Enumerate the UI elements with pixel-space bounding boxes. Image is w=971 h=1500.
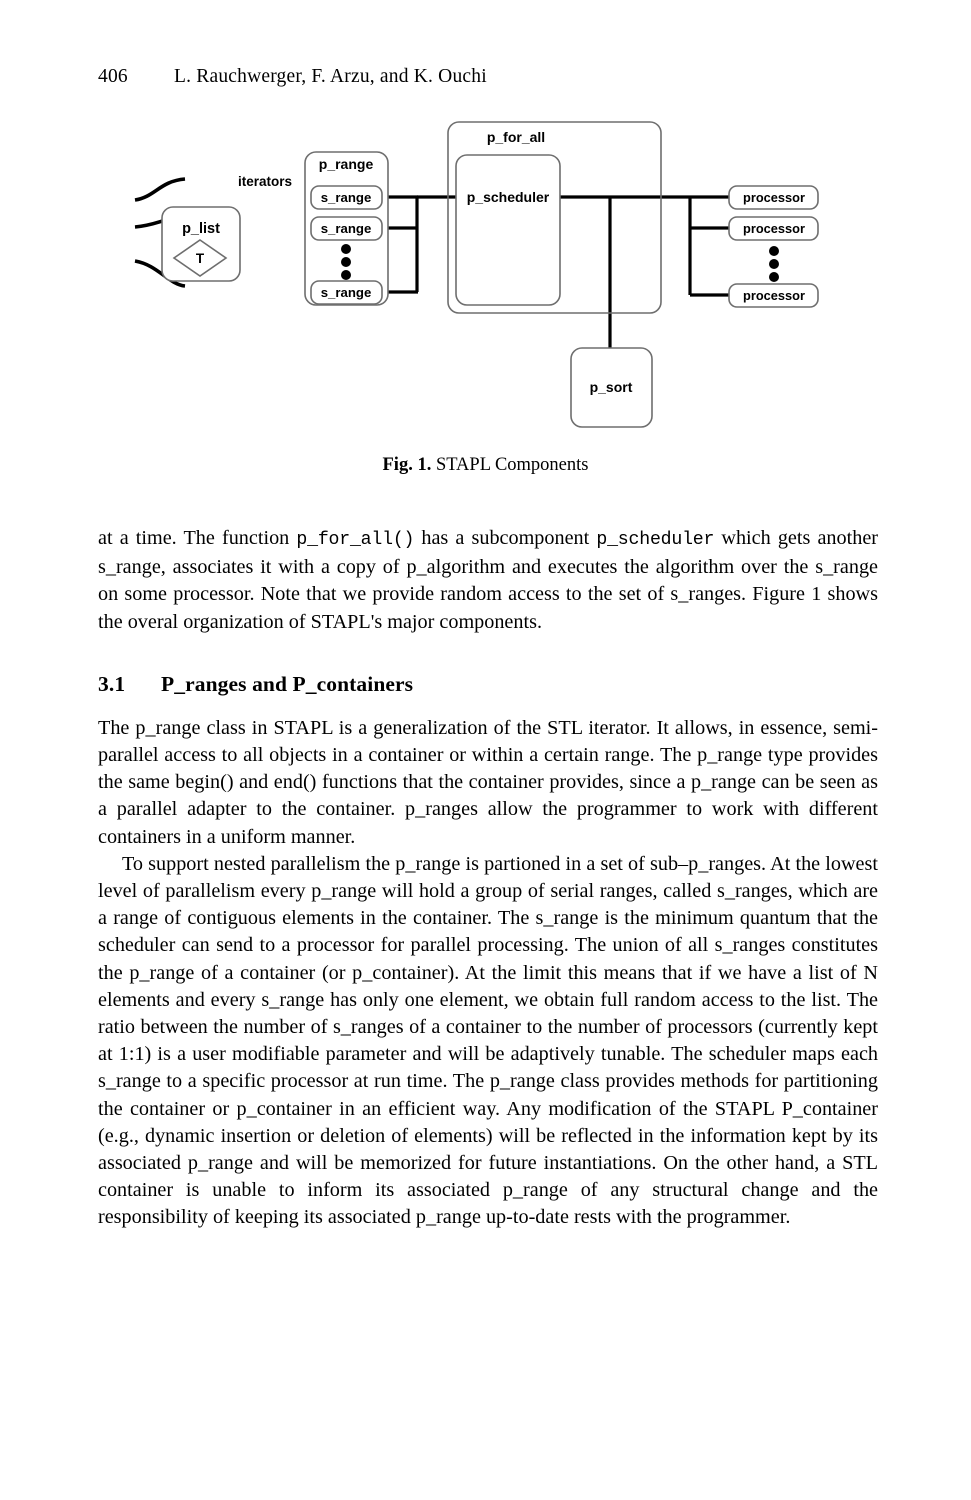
processor-group: processor processor processor xyxy=(728,185,819,308)
paragraph-3: To support nested parallelism the p_rang… xyxy=(98,852,878,1229)
iterators-label: iterators xyxy=(238,174,292,189)
s-range-label-3: s_range xyxy=(321,285,372,300)
p-for-all-label: p_for_all xyxy=(487,129,545,145)
iterator-curve-1 xyxy=(134,177,186,202)
s-range-label-2: s_range xyxy=(321,221,372,236)
node-p-list: p_list T xyxy=(161,206,241,282)
paragraph-1: at a time. The function p_for_all() has … xyxy=(98,525,878,636)
p-list-label: p_list xyxy=(182,221,220,237)
processor-label-3: processor xyxy=(743,288,805,303)
page-number: 406 xyxy=(98,66,128,87)
paragraph-1-mid: has a subcomponent xyxy=(414,527,597,549)
figure-caption-number: Fig. 1. xyxy=(382,455,432,475)
spacer-after-section xyxy=(98,697,878,715)
spacer-before-section xyxy=(98,636,878,672)
paragraph-1-pre: at a time. The function xyxy=(98,527,297,549)
vertical-ellipsis-processors xyxy=(769,246,779,282)
section-number: 3.1 xyxy=(98,671,126,696)
p-range-label: p_range xyxy=(319,156,374,172)
section-heading: 3.1 P_ranges and P_containers xyxy=(98,672,878,697)
body-column: at a time. The function p_for_all() has … xyxy=(98,525,878,1232)
vertical-ellipsis-p-range xyxy=(341,244,351,280)
paragraph-2: The p_range class in STAPL is a generali… xyxy=(98,716,878,848)
code-p-scheduler: p_scheduler xyxy=(596,530,715,550)
section-title: P_ranges and P_containers xyxy=(161,671,414,696)
figure-caption: Fig. 1. STAPL Components xyxy=(0,455,971,476)
figure-caption-text: STAPL Components xyxy=(431,455,589,475)
p-list-type-label: T xyxy=(196,251,205,266)
s-range-label-1: s_range xyxy=(321,190,372,205)
page-header: 406 L. Rauchwerger, F. Arzu, and K. Ouchi xyxy=(98,66,878,88)
node-p-for-all: p_for_all p_scheduler xyxy=(447,121,662,314)
processor-label-1: processor xyxy=(743,190,805,205)
node-p-sort: p_sort xyxy=(570,347,653,428)
p-scheduler-label: p_scheduler xyxy=(467,189,550,205)
figure-stapl-components: p_list T iterators p_range s_range s_ran… xyxy=(0,105,971,445)
code-p-for-all: p_for_all() xyxy=(296,530,415,550)
node-p-range: p_range s_range s_range s_range xyxy=(304,151,389,306)
processor-label-2: processor xyxy=(743,221,805,236)
p-sort-label: p_sort xyxy=(590,379,633,395)
running-head: L. Rauchwerger, F. Arzu, and K. Ouchi xyxy=(174,66,487,87)
p-scheduler-box xyxy=(455,154,561,306)
